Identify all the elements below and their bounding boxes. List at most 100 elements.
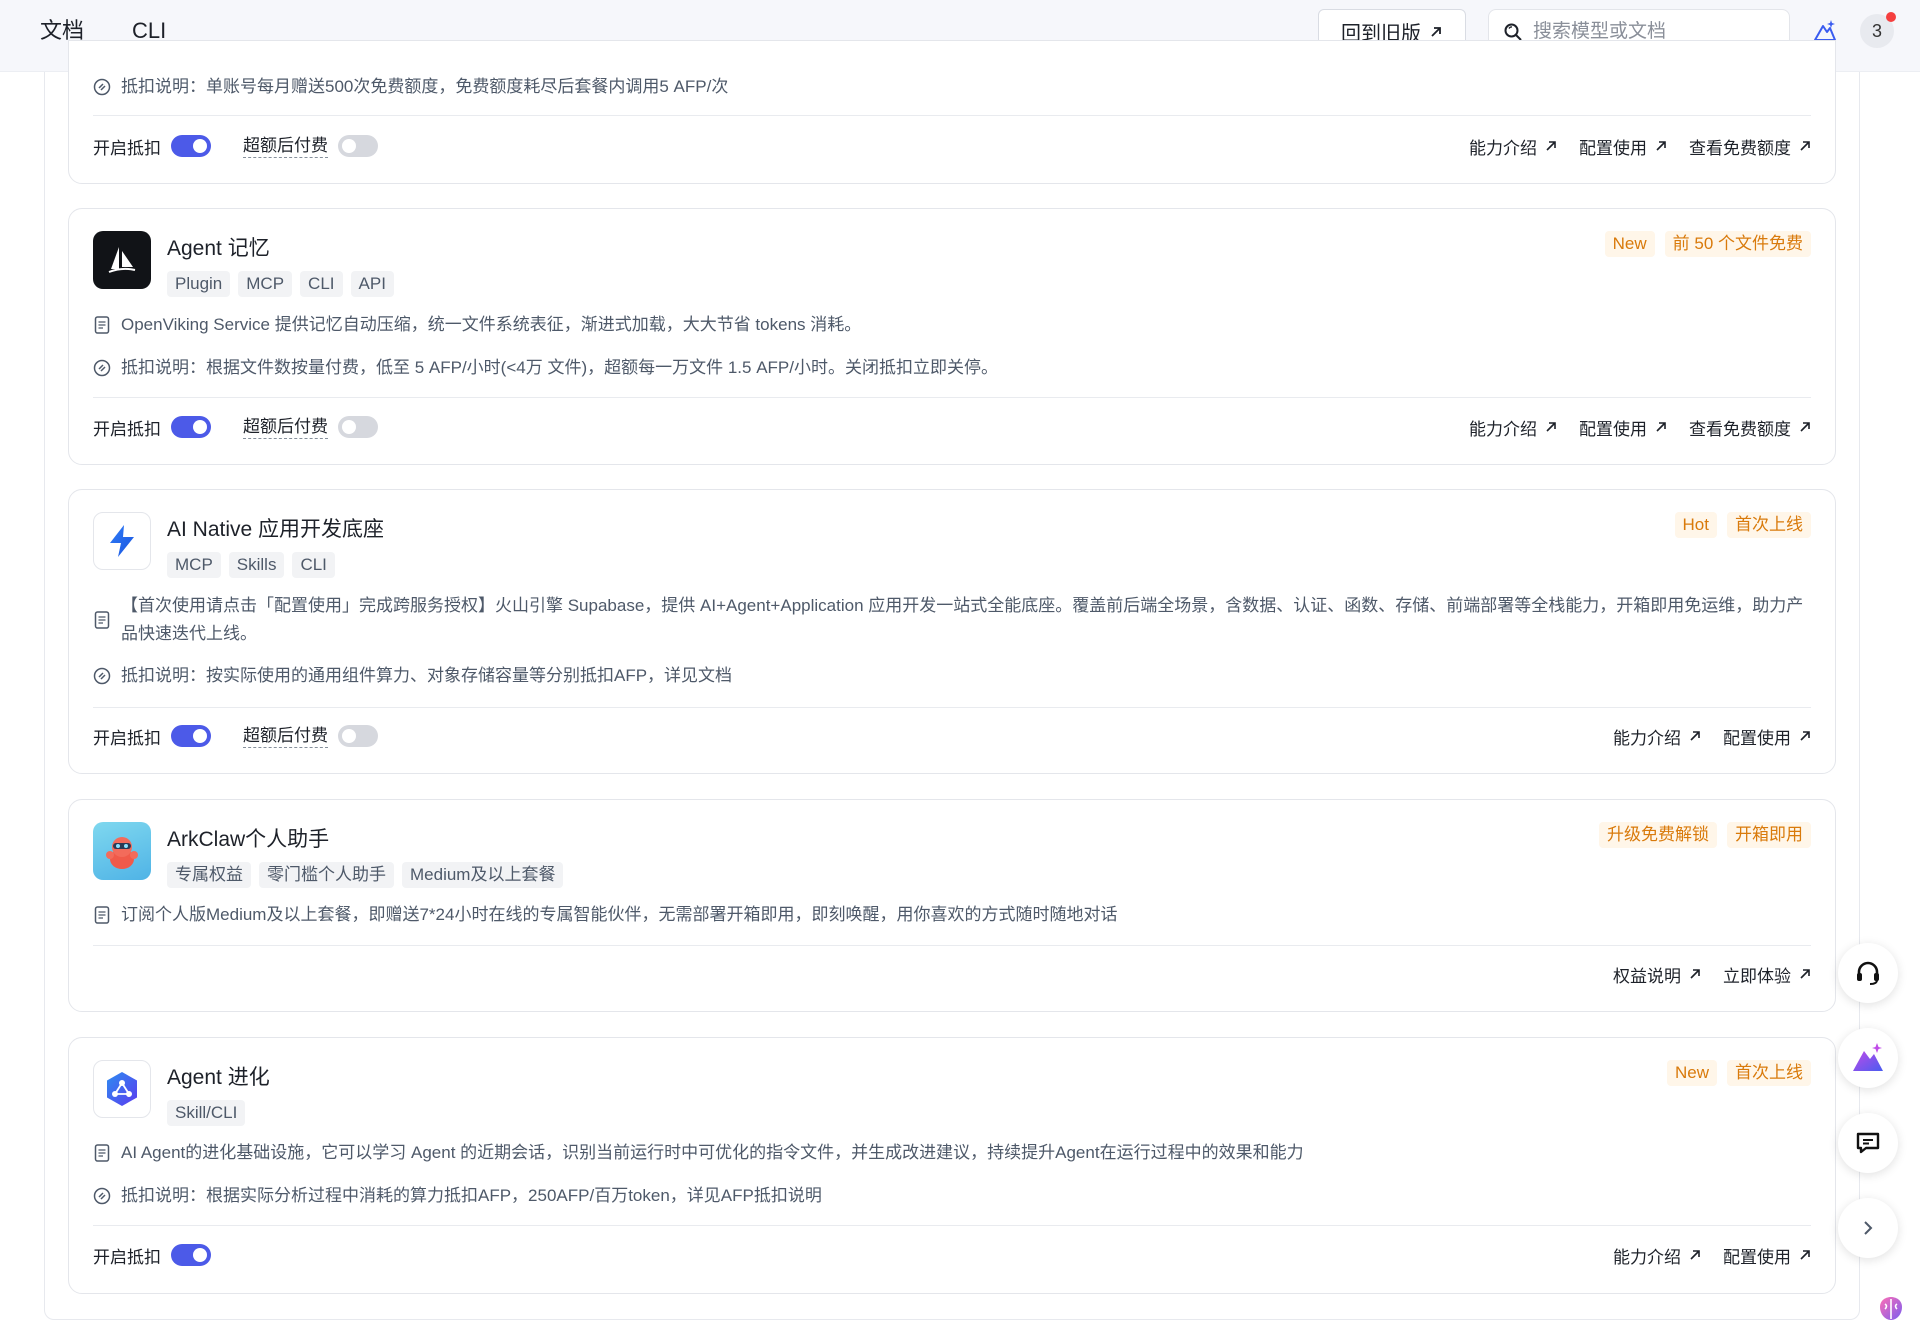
card-footer: 开启抵扣 超额后付费 能力介绍 配置使用 查看免费额度 — [93, 412, 1811, 442]
upgrade-unlock-badge: 升级免费解锁 — [1599, 822, 1717, 848]
divider — [93, 115, 1811, 116]
overage-pay-toggle[interactable] — [338, 135, 378, 157]
description: 【首次使用请点击「配置使用」完成跨服务授权】火山引擎 Supabase，提供 A… — [121, 596, 1804, 643]
description-line: OpenViking Service 提供记忆自动压缩，统一文件系统表征，渐进式… — [93, 311, 1811, 339]
config-use-link[interactable]: 配置使用 — [1723, 1243, 1811, 1268]
deduct-note-line: 抵扣说明：根据实际分析过程中消耗的算力抵扣AFP，250AFP/百万token，… — [93, 1182, 1811, 1210]
tag: Medium及以上套餐 — [402, 862, 564, 888]
description-line: AI Agent的进化基础设施，它可以学习 Agent 的近期会话，识别当前运行… — [93, 1139, 1811, 1167]
description: 订阅个人版Medium及以上套餐，即赠送7*24小时在线的专属智能伙伴，无需部署… — [121, 905, 1118, 924]
deduct-note: 抵扣说明：根据实际分析过程中消耗的算力抵扣AFP，250AFP/百万token，… — [121, 1186, 822, 1205]
feedback-button[interactable] — [1838, 1113, 1898, 1173]
document-icon — [93, 1144, 111, 1162]
external-arrow-icon — [1546, 422, 1556, 432]
link-icon — [93, 1187, 111, 1205]
overage-pay-toggle[interactable] — [338, 416, 378, 438]
hexagon-logo-icon — [93, 1060, 151, 1118]
message-icon — [1856, 1132, 1880, 1154]
card-footer: 开启抵扣 能力介绍 配置使用 — [93, 1240, 1811, 1270]
tag: API — [350, 271, 394, 297]
deduct-note: 抵扣说明：单账号每月赠送500次免费额度，免费额度耗尽后套餐内调用5 AFP/次 — [121, 77, 729, 96]
config-use-link[interactable]: 配置使用 — [1579, 415, 1667, 440]
external-arrow-icon — [1656, 422, 1666, 432]
ai-helper-button[interactable] — [1838, 1028, 1898, 1088]
divider — [93, 707, 1811, 708]
search-icon — [1504, 23, 1522, 41]
lightning-logo-icon — [93, 512, 151, 570]
capability-intro-link[interactable]: 能力介绍 — [1613, 1243, 1701, 1268]
customer-service-button[interactable] — [1838, 943, 1898, 1003]
tag: Skill/CLI — [167, 1100, 246, 1126]
new-badge: New — [1604, 231, 1655, 257]
description-line: 订阅个人版Medium及以上套餐，即赠送7*24小时在线的专属智能伙伴，无需部署… — [93, 901, 1811, 929]
avatar[interactable]: 3 — [1860, 12, 1896, 48]
external-arrow-icon — [1690, 1250, 1700, 1260]
document-icon — [93, 316, 111, 334]
external-arrow-icon — [1690, 731, 1700, 741]
enable-deduct-toggle[interactable] — [171, 1244, 211, 1266]
service-card-arkclaw: ArkClaw个人助手 专属权益 零门槛个人助手 Medium及以上套餐 升级免… — [68, 799, 1836, 1012]
deduct-note-line: 抵扣说明：单账号每月赠送500次免费额度，免费额度耗尽后套餐内调用5 AFP/次 — [93, 73, 1811, 101]
overage-pay-label: 超额后付费 — [243, 416, 328, 439]
external-arrow-icon — [1800, 141, 1810, 151]
card-title: Agent 记忆 — [167, 237, 270, 260]
sail-logo-icon — [93, 231, 151, 289]
first-launch-badge: 首次上线 — [1727, 512, 1811, 538]
external-arrow-icon — [1656, 141, 1666, 151]
card-footer: 开启抵扣 超额后付费 能力介绍 配置使用 — [93, 721, 1811, 751]
card-footer: 权益说明 立即体验 — [93, 959, 1811, 989]
card-footer: 开启抵扣 超额后付费 能力介绍 配置使用 查看免费额度 — [93, 131, 1811, 161]
enable-deduct-toggle[interactable] — [171, 135, 211, 157]
enable-deduct-label: 开启抵扣 — [93, 419, 161, 439]
enable-deduct-toggle[interactable] — [171, 416, 211, 438]
config-use-link[interactable]: 配置使用 — [1723, 724, 1811, 749]
description: OpenViking Service 提供记忆自动压缩，统一文件系统表征，渐进式… — [121, 315, 862, 334]
capability-intro-link[interactable]: 能力介绍 — [1469, 415, 1557, 440]
ready-to-use-badge: 开箱即用 — [1727, 822, 1811, 848]
enable-deduct-label: 开启抵扣 — [93, 138, 161, 158]
document-icon — [93, 611, 111, 629]
chevron-right-icon — [1864, 1221, 1873, 1235]
tag: Skills — [228, 552, 285, 578]
description: AI Agent的进化基础设施，它可以学习 Agent 的近期会话，识别当前运行… — [121, 1143, 1304, 1162]
external-arrow-icon — [1431, 26, 1441, 37]
expand-button[interactable] — [1838, 1198, 1898, 1258]
capability-intro-link[interactable]: 能力介绍 — [1613, 724, 1701, 749]
try-now-link[interactable]: 立即体验 — [1723, 962, 1811, 987]
overage-pay-toggle[interactable] — [338, 725, 378, 747]
tag: MCP — [167, 552, 221, 578]
external-arrow-icon — [1800, 969, 1810, 979]
external-arrow-icon — [1690, 969, 1700, 979]
mascot-logo-icon — [93, 822, 151, 880]
deduct-note: 抵扣说明：按实际使用的通用组件算力、对象存储容量等分别抵扣AFP，详见文档 — [121, 666, 733, 685]
service-card-agent-memory: Agent 记忆 Plugin MCP CLI API New 前 50 个文件… — [68, 208, 1836, 465]
deduct-note-line: 抵扣说明：根据文件数按量付费，低至 5 AFP/小时(<4万 文件)，超额每一万… — [93, 354, 1811, 382]
document-icon — [93, 906, 111, 924]
ai-mountain-icon — [1853, 1043, 1883, 1071]
external-arrow-icon — [1800, 1250, 1810, 1260]
tag: CLI — [300, 271, 343, 297]
headset-icon — [1857, 961, 1879, 985]
tag: CLI — [292, 552, 335, 578]
divider — [93, 1225, 1811, 1226]
view-free-quota-link[interactable]: 查看免费额度 — [1689, 415, 1811, 440]
promo-badge: 前 50 个文件免费 — [1664, 231, 1811, 257]
view-free-quota-link[interactable]: 查看免费额度 — [1689, 134, 1811, 159]
capability-intro-link[interactable]: 能力介绍 — [1469, 134, 1557, 159]
external-arrow-icon — [1546, 141, 1556, 151]
benefits-link[interactable]: 权益说明 — [1613, 962, 1701, 987]
service-card-top: 抵扣说明：单账号每月赠送500次免费额度，免费额度耗尽后套餐内调用5 AFP/次… — [68, 40, 1836, 184]
overage-pay-label: 超额后付费 — [243, 135, 328, 158]
tag: 专属权益 — [167, 862, 251, 888]
enable-deduct-toggle[interactable] — [171, 725, 211, 747]
service-card-agent-evolution: Agent 进化 Skill/CLI New 首次上线 AI Agent的进化基… — [68, 1037, 1836, 1294]
tag: MCP — [238, 271, 293, 297]
enable-deduct-label: 开启抵扣 — [93, 1247, 161, 1267]
service-card-ai-native: AI Native 应用开发底座 MCP Skills CLI Hot 首次上线… — [68, 489, 1836, 774]
tag: 零门槛个人助手 — [259, 862, 394, 888]
config-use-link[interactable]: 配置使用 — [1579, 134, 1667, 159]
divider — [93, 945, 1811, 946]
brain-icon[interactable] — [1874, 1292, 1908, 1326]
description-line: 【首次使用请点击「配置使用」完成跨服务授权】火山引擎 Supabase，提供 A… — [93, 592, 1811, 648]
link-icon — [93, 359, 111, 377]
